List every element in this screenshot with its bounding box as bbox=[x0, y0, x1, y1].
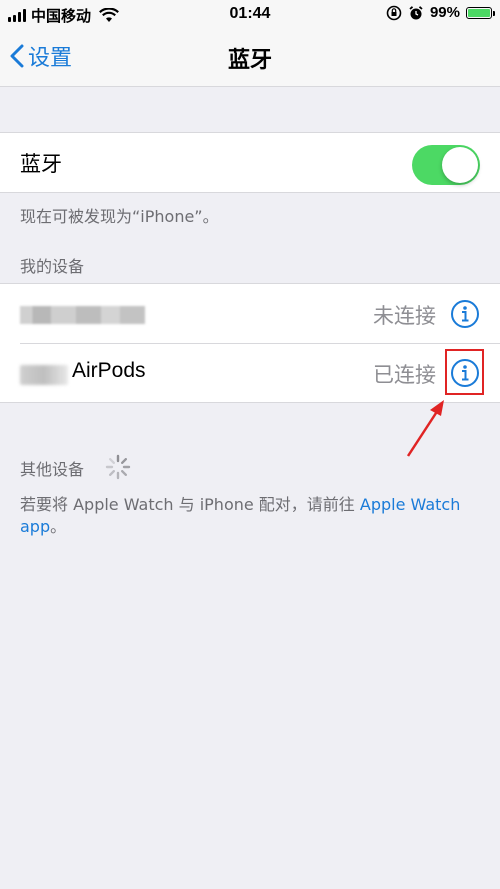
device-row[interactable]: AirPods 已连接 bbox=[0, 343, 500, 402]
bluetooth-row: 蓝牙 bbox=[0, 133, 500, 192]
pair-end: 。 bbox=[50, 517, 67, 536]
highlight-box bbox=[445, 349, 484, 395]
status-bar: 中国移动 01:44 99% bbox=[0, 0, 500, 28]
page-title: 蓝牙 bbox=[227, 48, 272, 73]
toggle-knob bbox=[442, 147, 478, 183]
battery-percent: 99% bbox=[429, 4, 460, 21]
blurred-device-name bbox=[20, 306, 145, 324]
my-devices-list: 未连接 AirPods 已连接 bbox=[0, 283, 500, 403]
orientation-lock-icon bbox=[386, 5, 402, 20]
device-name: AirPods bbox=[72, 359, 146, 382]
device-status: 未连接 bbox=[373, 304, 436, 328]
status-right: 99% bbox=[386, 4, 495, 21]
battery-icon bbox=[466, 6, 495, 19]
other-devices-header: 其他设备 bbox=[20, 460, 85, 479]
bluetooth-label: 蓝牙 bbox=[20, 151, 62, 176]
device-status: 已连接 bbox=[373, 363, 436, 387]
device-row[interactable]: 未连接 bbox=[0, 284, 500, 343]
bluetooth-toggle[interactable] bbox=[412, 145, 480, 185]
spinner-icon bbox=[105, 454, 131, 480]
pair-text: 若要将 Apple Watch 与 iPhone 配对，请前往 bbox=[20, 495, 360, 514]
discoverable-text: 现在可被发现为“iPhone”。 bbox=[20, 207, 219, 226]
info-icon[interactable] bbox=[450, 299, 480, 329]
alarm-icon bbox=[409, 5, 423, 19]
annotation-arrow bbox=[406, 400, 444, 457]
bluetooth-group: 蓝牙 bbox=[0, 132, 500, 193]
blurred-device-prefix bbox=[20, 365, 68, 385]
my-devices-header: 我的设备 bbox=[20, 257, 85, 276]
navigation-bar: 设置 蓝牙 bbox=[0, 28, 500, 87]
pair-instructions: 若要将 Apple Watch 与 iPhone 配对，请前往 Apple Wa… bbox=[20, 494, 480, 538]
